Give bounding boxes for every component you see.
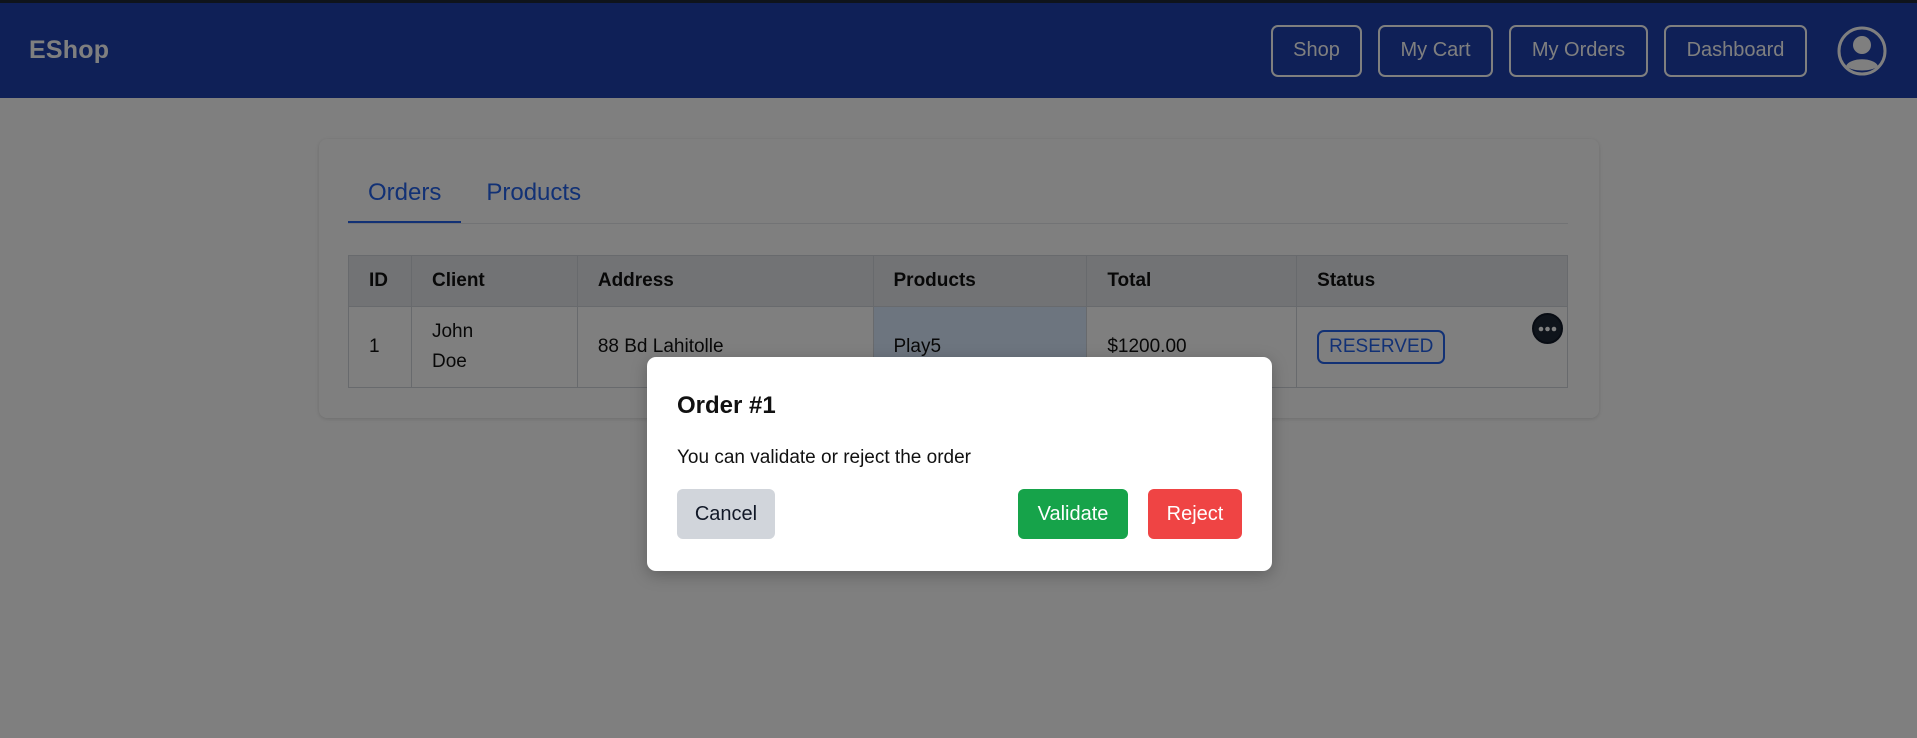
reject-button[interactable]: Reject xyxy=(1148,489,1242,539)
dialog-title: Order #1 xyxy=(677,392,776,419)
cancel-button[interactable]: Cancel xyxy=(677,489,775,539)
order-dialog: Order #1 You can validate or reject the … xyxy=(647,357,1272,571)
dialog-message: You can validate or reject the order xyxy=(677,447,971,468)
dialog-actions: Cancel Validate Reject xyxy=(677,489,1242,539)
validate-button[interactable]: Validate xyxy=(1018,489,1128,539)
